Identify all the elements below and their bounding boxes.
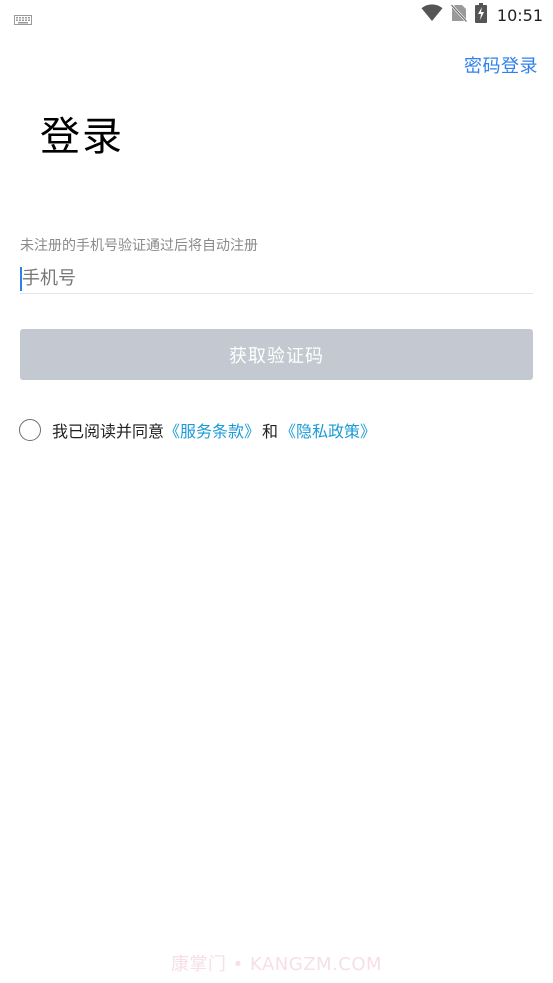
page-title: 登录 bbox=[40, 114, 124, 160]
status-bar: 10:51 bbox=[0, 0, 553, 30]
phone-input[interactable] bbox=[22, 264, 527, 292]
register-hint: 未注册的手机号验证通过后将自动注册 bbox=[20, 238, 258, 254]
password-login-link[interactable]: 密码登录 bbox=[464, 52, 538, 78]
agreement-prefix: 我已阅读并同意 bbox=[52, 422, 165, 441]
privacy-link[interactable]: 《隐私政策》 bbox=[280, 418, 376, 442]
battery-charging-icon bbox=[474, 3, 487, 27]
keyboard-icon bbox=[14, 10, 32, 29]
status-time: 10:51 bbox=[496, 5, 543, 25]
phone-field[interactable] bbox=[20, 262, 533, 294]
status-icons: 10:51 bbox=[421, 3, 543, 27]
watermark: 康掌门 • KANGZM.COM bbox=[170, 954, 383, 975]
no-sim-icon bbox=[450, 4, 468, 26]
login-page: 10:51 密码登录 登录 未注册的手机号验证通过后将自动注册 获取验证码 我已… bbox=[0, 0, 553, 983]
get-code-button[interactable]: 获取验证码 bbox=[20, 329, 533, 380]
terms-link[interactable]: 《服务条款》 bbox=[164, 418, 260, 442]
agreement-row: 我已阅读并同意 《服务条款》 和 《隐私政策》 bbox=[19, 417, 376, 443]
agreement-and: 和 bbox=[262, 422, 279, 441]
agree-radio[interactable] bbox=[19, 419, 41, 441]
wifi-icon bbox=[421, 4, 443, 26]
